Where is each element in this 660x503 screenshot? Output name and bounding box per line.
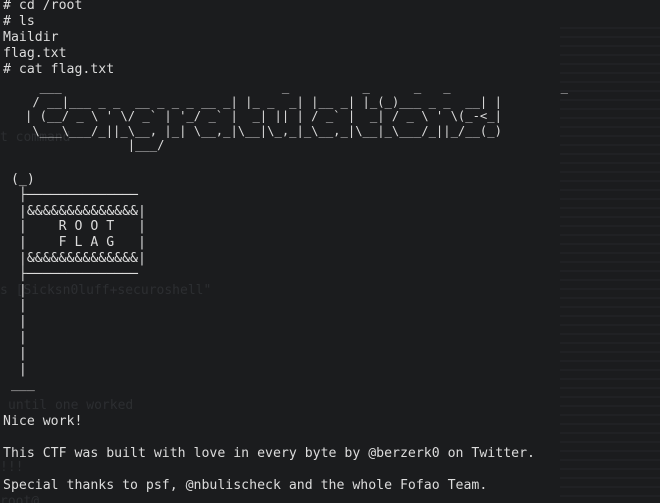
command-cd: # cd /root — [3, 0, 83, 13]
thanks-message: Special thanks to psf, @nbulischeck and … — [3, 478, 488, 493]
terminal-window[interactable]: s [Sicksn0luff+securoshell" until one wo… — [0, 0, 660, 503]
credits-message: This CTF was built with love in every by… — [3, 446, 535, 461]
background-window-shadow — [560, 20, 660, 503]
ascii-root-flag-sign: (_) ├────────────── |&&&&&&&&&&&&&&| | R… — [10, 172, 146, 393]
nice-work-message: Nice work! — [3, 414, 83, 429]
ghost-text-root: root@ — [0, 494, 40, 503]
ghost-text-block: !!! — [0, 460, 24, 475]
command-cat: # cat flag.txt — [3, 62, 115, 77]
output-maildir: Maildir — [3, 30, 59, 45]
output-flag-file: flag.txt — [3, 46, 67, 61]
ascii-congratulations-banner: ___ _ _ _ _ _ / __|___ _ _ __ _ _ _ __ _… — [25, 80, 568, 152]
ghost-text-until: until one worked — [8, 398, 134, 413]
command-ls: # ls — [3, 14, 35, 29]
